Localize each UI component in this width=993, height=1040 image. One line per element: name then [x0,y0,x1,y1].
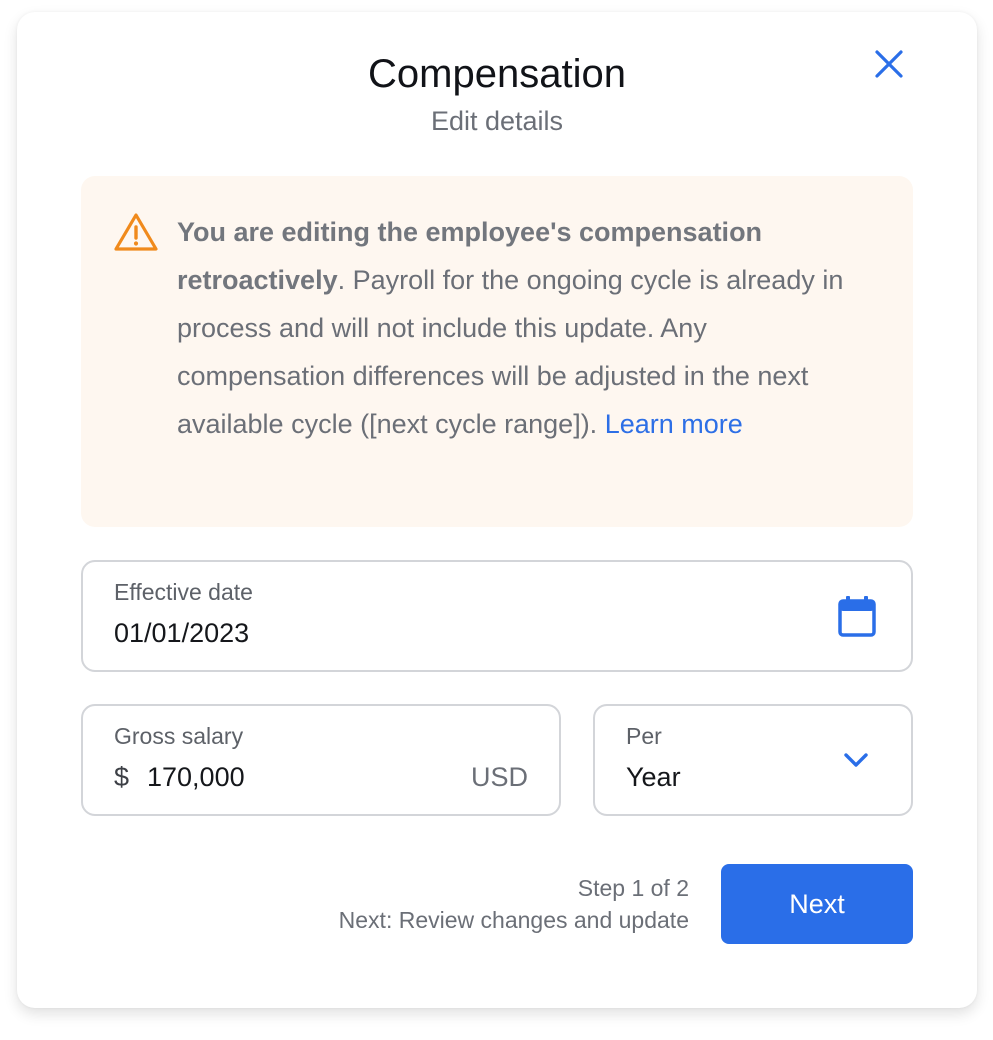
effective-date-value: 01/01/2023 [114,618,250,648]
compensation-modal: Compensation Edit details You are editin… [17,12,977,1008]
gross-salary-label: Gross salary [114,723,244,749]
gross-salary-field[interactable]: Gross salary $ 170,000 USD [81,704,561,816]
calendar-icon[interactable] [837,595,877,637]
warning-message: You are editing the employee's compensat… [177,208,867,448]
effective-date-field[interactable]: Effective date 01/01/2023 [81,560,913,672]
step-count: Step 1 of 2 [577,875,689,901]
warning-icon [114,213,158,251]
close-button[interactable] [869,44,909,84]
currency-code: USD [470,762,528,792]
currency-symbol: $ [114,762,130,792]
per-period-select[interactable]: Per Year [593,704,913,816]
retroactive-warning-banner: You are editing the employee's compensat… [81,176,913,527]
modal-subtitle: Edit details [430,106,564,136]
per-value: Year [626,762,681,792]
learn-more-link[interactable]: Learn more [605,409,743,439]
effective-date-label: Effective date [114,579,253,605]
chevron-down-icon [844,753,868,767]
gross-salary-value: 170,000 [147,762,245,792]
next-button[interactable]: Next [721,864,913,944]
per-label: Per [626,723,662,749]
close-icon [875,50,903,78]
modal-title: Compensation [368,52,626,96]
next-step-description: Next: Review changes and update [338,907,689,933]
step-indicator: Step 1 of 2 Next: Review changes and upd… [339,872,689,936]
